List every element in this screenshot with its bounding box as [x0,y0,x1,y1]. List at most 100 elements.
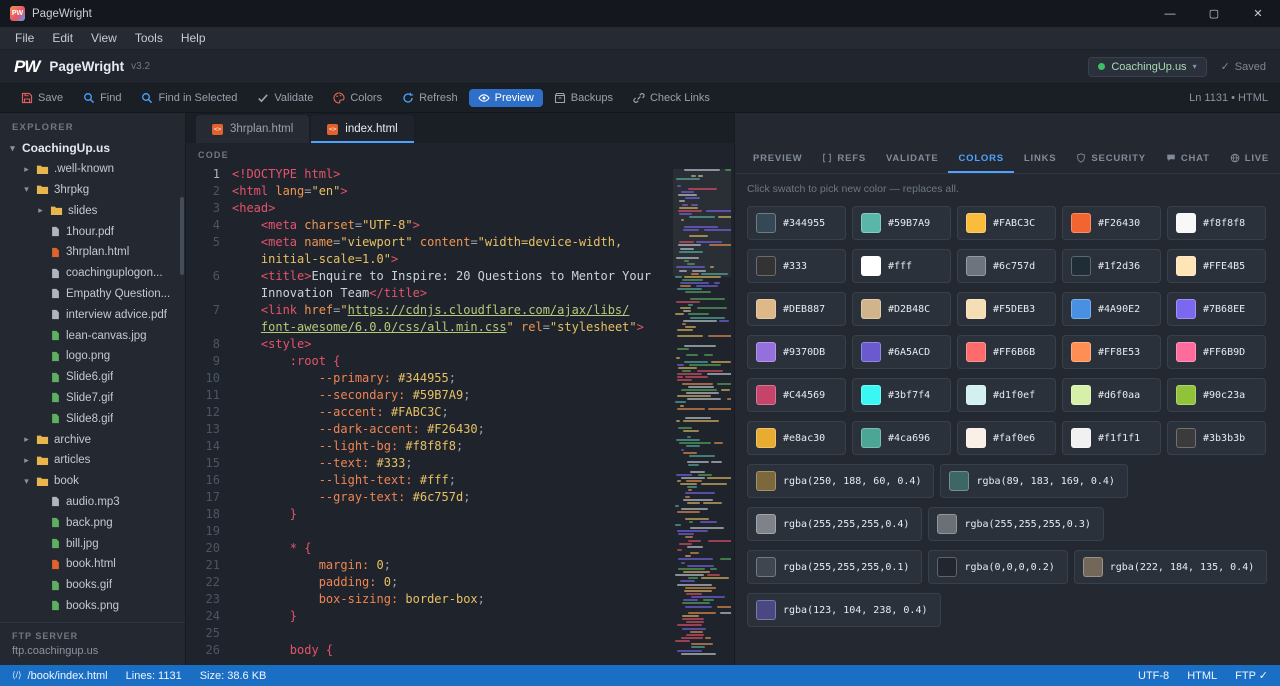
file-book-html[interactable]: book.html [0,554,185,575]
folder-archive[interactable]: ▸archive [0,429,185,450]
tab-3hrplan-html[interactable]: 3hrplan.html [196,115,309,143]
swatch-d1f0ef[interactable]: #d1f0ef [957,378,1056,412]
swatch-1f2d36[interactable]: #1f2d36 [1062,249,1161,283]
swatch-6a5acd[interactable]: #6A5ACD [852,335,951,369]
code-editor[interactable]: CODE 12345678910111213141516171819202122… [186,143,734,665]
folder-well-known[interactable]: ▸.well-known [0,159,185,180]
preview-button[interactable]: Preview [469,89,543,107]
folder-3hrpkg[interactable]: ▾3hrpkg [0,180,185,201]
backups-button[interactable]: Backups [545,89,622,107]
swatch-rgba-222-184-135-0-4[interactable]: rgba(222, 184, 135, 0.4) [1074,550,1268,584]
swatch-ff8e53[interactable]: #FF8E53 [1062,335,1161,369]
swatch-4ca696[interactable]: #4ca696 [852,421,951,455]
panel-tab-label: PREVIEW [753,153,802,164]
ftp-host[interactable]: ftp.coachingup.us [12,645,173,657]
panel-tab-links[interactable]: LINKS [1014,143,1067,173]
panel-tab-live[interactable]: LIVE [1220,143,1279,173]
tab-index-html[interactable]: index.html [311,115,413,143]
swatch-3b3b3b[interactable]: #3b3b3b [1167,421,1266,455]
file-slide8-gif[interactable]: Slide8.gif [0,408,185,429]
swatch-ff6b9d[interactable]: #FF6B9D [1167,335,1266,369]
swatch-4a90e2[interactable]: #4A90E2 [1062,292,1161,326]
menu-file[interactable]: File [6,27,43,49]
swatch-rgba-255-255-255-0-4[interactable]: rgba(255,255,255,0.4) [747,507,922,541]
folder-book[interactable]: ▾book [0,471,185,492]
swatch-c44569[interactable]: #C44569 [747,378,846,412]
swatch-e8ac30[interactable]: #e8ac30 [747,421,846,455]
swatch-ffe4b5[interactable]: #FFE4B5 [1167,249,1266,283]
file-back-png[interactable]: back.png [0,512,185,533]
swatch-f1f1f1[interactable]: #f1f1f1 [1062,421,1161,455]
folder-coachingup-us[interactable]: ▾CoachingUp.us [0,138,185,159]
file-logo-png[interactable]: logo.png [0,346,185,367]
menu-view[interactable]: View [82,27,126,49]
swatch-rgba-0-0-0-0-2[interactable]: rgba(0,0,0,0.2) [928,550,1067,584]
swatch-faf0e6[interactable]: #faf0e6 [957,421,1056,455]
swatch-9370db[interactable]: #9370DB [747,335,846,369]
swatch-deb887[interactable]: #DEB887 [747,292,846,326]
close-button[interactable]: ✕ [1236,0,1280,27]
swatch-59b7a9[interactable]: #59B7A9 [852,206,951,240]
swatch-d6f0aa[interactable]: #d6f0aa [1062,378,1161,412]
maximize-button[interactable]: ▢ [1192,0,1236,27]
swatch-3bf7f4[interactable]: #3bf7f4 [852,378,951,412]
swatch-rgba-255-255-255-0-3[interactable]: rgba(255,255,255,0.3) [928,507,1103,541]
swatch-90c23a[interactable]: #90c23a [1167,378,1266,412]
swatch-rgba-123-104-238-0-4[interactable]: rgba(123, 104, 238, 0.4) [747,593,941,627]
swatch-rgba-250-188-60-0-4[interactable]: rgba(250, 188, 60, 0.4) [747,464,934,498]
swatch-f8f8f8[interactable]: #f8f8f8 [1167,206,1266,240]
colors-button[interactable]: Colors [324,89,391,107]
swatch-7b68ee[interactable]: #7B68EE [1167,292,1266,326]
find-in-selected-button[interactable]: Find in Selected [132,89,246,107]
minimap-viewport[interactable] [673,169,731,277]
swatch-f5deb3[interactable]: #F5DEB3 [957,292,1056,326]
swatch-rgba-89-183-169-0-4[interactable]: rgba(89, 183, 169, 0.4) [940,464,1127,498]
swatch-f26430[interactable]: #F26430 [1062,206,1161,240]
status-encoding[interactable]: UTF-8 [1138,669,1169,682]
folder-slides[interactable]: ▸slides [0,200,185,221]
check-links-button[interactable]: Check Links [624,89,719,107]
panel-tab-validate[interactable]: VALIDATE [876,143,949,173]
file-1hour-pdf[interactable]: 1hour.pdf [0,221,185,242]
file-slide6-gif[interactable]: Slide6.gif [0,367,185,388]
file-books-png[interactable]: books.png [0,596,185,617]
swatch-ff6b6b[interactable]: #FF6B6B [957,335,1056,369]
swatch-333[interactable]: #333 [747,249,846,283]
file-empathy-question[interactable]: Empathy Question... [0,284,185,305]
file-audio-mp3[interactable]: audio.mp3 [0,492,185,513]
file-slide7-gif[interactable]: Slide7.gif [0,388,185,409]
panel-tab-colors[interactable]: COLORS [948,143,1013,173]
sidebar-scrollbar[interactable] [180,197,184,275]
site-selector[interactable]: CoachingUp.us ▾ [1088,57,1206,77]
status-file[interactable]: ⟨/⟩ /book/index.html [12,670,108,682]
swatch-344955[interactable]: #344955 [747,206,846,240]
file-coachinguplogon[interactable]: coachinguplogon... [0,263,185,284]
swatch-fabc3c[interactable]: #FABC3C [957,206,1056,240]
menu-help[interactable]: Help [172,27,215,49]
minimize-button[interactable]: — [1148,0,1192,27]
status-ftp[interactable]: FTP ✓ [1235,669,1268,682]
swatch-d2b48c[interactable]: #D2B48C [852,292,951,326]
file-lean-canvas-jpg[interactable]: lean-canvas.jpg [0,325,185,346]
status-mode[interactable]: HTML [1187,669,1217,682]
file-bill-jpg[interactable]: bill.jpg [0,533,185,554]
swatch-rgba-255-255-255-0-1[interactable]: rgba(255,255,255,0.1) [747,550,922,584]
save-button[interactable]: Save [12,89,72,107]
refresh-button[interactable]: Refresh [393,89,467,107]
swatch-fff[interactable]: #fff [852,249,951,283]
file-books-gif[interactable]: books.gif [0,575,185,596]
minimap[interactable] [673,169,731,657]
code-lines[interactable]: <!DOCTYPE html><html lang="en"><head> <m… [232,166,734,659]
file-interview-advice-pdf[interactable]: interview advice.pdf [0,304,185,325]
folder-articles[interactable]: ▸articles [0,450,185,471]
find-button[interactable]: Find [74,89,130,107]
panel-tab-chat[interactable]: CHAT [1156,143,1220,173]
file-3hrplan-html[interactable]: 3hrplan.html [0,242,185,263]
panel-tab-preview[interactable]: PREVIEW [743,143,812,173]
validate-button[interactable]: Validate [248,89,322,107]
panel-tab-security[interactable]: SECURITY [1066,143,1155,173]
swatch-6c757d[interactable]: #6c757d [957,249,1056,283]
menu-tools[interactable]: Tools [126,27,172,49]
menu-edit[interactable]: Edit [43,27,82,49]
panel-tab-refs[interactable]: REFS [812,143,876,173]
